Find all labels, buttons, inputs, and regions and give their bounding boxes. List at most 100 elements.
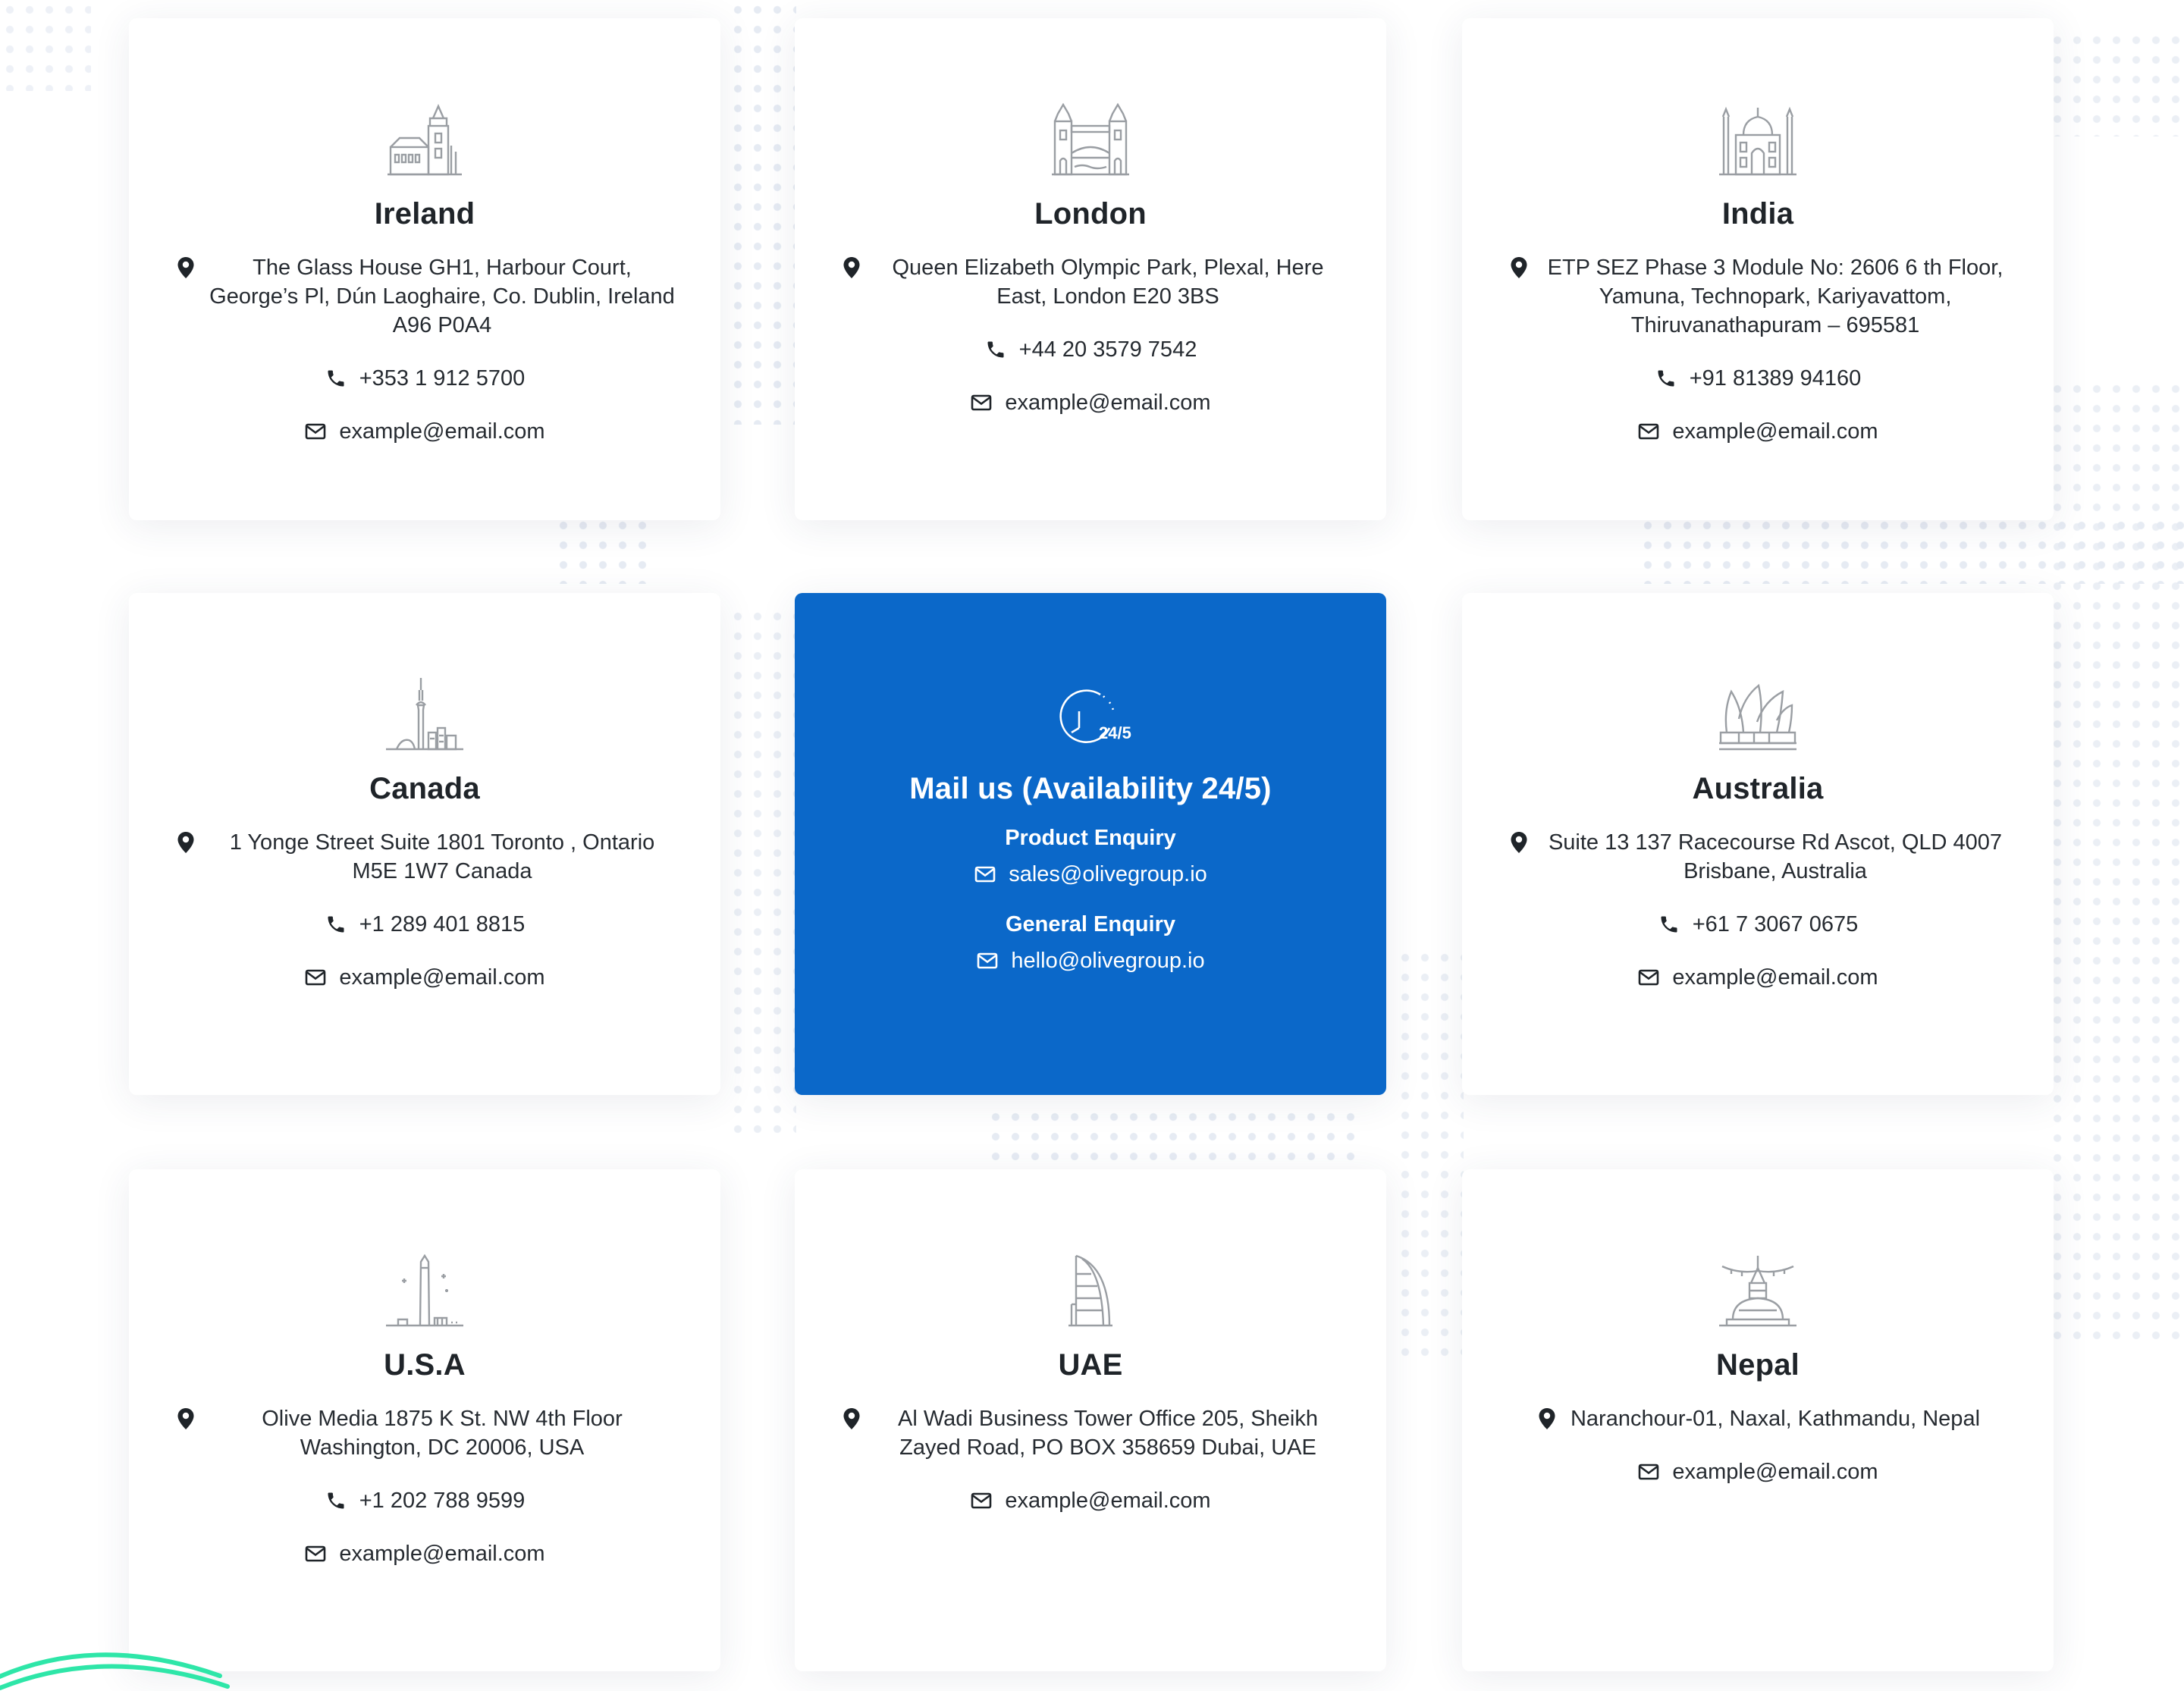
office-name: Ireland <box>374 197 475 231</box>
phone-row[interactable]: +1 202 788 9599 <box>325 1486 526 1515</box>
phone-row[interactable]: +44 20 3579 7542 <box>984 335 1197 364</box>
address-text: Queen Elizabeth Olympic Park, Plexal, He… <box>892 256 1324 309</box>
office-name: Canada <box>369 772 480 805</box>
envelope-icon <box>304 963 327 992</box>
phone-icon <box>1658 910 1680 939</box>
phone-row[interactable]: +61 7 3067 0675 <box>1658 910 1858 939</box>
location-pin-icon <box>1508 253 1530 282</box>
location-pin-icon <box>1536 1404 1558 1433</box>
dotted-map-background <box>986 1107 1365 1168</box>
address-row: Al Wadi Business Tower Office 205, Sheik… <box>840 1404 1341 1462</box>
address-row: The Glass House GH1, Harbour Court, Geor… <box>174 253 675 340</box>
email-link[interactable]: example@email.com <box>1672 417 1878 446</box>
email-link[interactable]: example@email.com <box>1005 388 1210 417</box>
general-enquiry-label: General Enquiry <box>1005 912 1175 936</box>
email-link[interactable]: example@email.com <box>339 963 544 992</box>
address-text: Suite 13 137 Racecourse Rd Ascot, QLD 40… <box>1548 830 2003 883</box>
taj-mahal-icon <box>1719 106 1796 176</box>
email-link[interactable]: example@email.com <box>339 417 544 446</box>
dotted-map-background <box>728 607 796 1137</box>
dotted-map-background <box>2048 30 2184 136</box>
product-email-link[interactable]: sales@olivegroup.io <box>1009 860 1207 889</box>
office-name: London <box>1034 197 1147 231</box>
envelope-icon <box>974 860 996 889</box>
email-row[interactable]: example@email.com <box>970 1486 1211 1515</box>
stupa-icon <box>1719 1256 1796 1327</box>
envelope-icon <box>1637 417 1660 446</box>
location-pin-icon <box>1508 828 1530 857</box>
castle-landmark-icon <box>388 104 462 176</box>
email-link[interactable]: example@email.com <box>1672 1457 1878 1486</box>
phone-text: +1 289 401 8815 <box>359 912 526 936</box>
phone-icon <box>984 335 1007 364</box>
envelope-icon <box>304 417 327 446</box>
envelope-icon <box>1637 1457 1660 1486</box>
office-card-uae: UAE Al Wadi Business Tower Office 205, S… <box>795 1169 1386 1671</box>
dotted-map-background <box>2048 379 2184 1350</box>
office-card-india: India ETP SEZ Phase 3 Module No: 2606 6 … <box>1462 18 2054 520</box>
office-card-ireland: Ireland The Glass House GH1, Harbour Cou… <box>129 18 720 520</box>
location-pin-icon <box>174 828 197 857</box>
dotted-map-background <box>554 516 652 584</box>
location-pin-icon <box>174 253 197 282</box>
opera-house-icon <box>1719 683 1796 751</box>
phone-row[interactable]: +1 289 401 8815 <box>325 910 526 939</box>
dotted-map-background <box>1395 948 1464 1357</box>
address-text: ETP SEZ Phase 3 Module No: 2606 6 th Flo… <box>1547 256 2004 337</box>
phone-text: +353 1 912 5700 <box>359 366 526 391</box>
email-row[interactable]: example@email.com <box>304 1539 545 1568</box>
email-row[interactable]: example@email.com <box>304 963 545 992</box>
burj-al-arab-icon <box>1068 1254 1112 1327</box>
envelope-icon <box>970 388 993 417</box>
email-link[interactable]: example@email.com <box>1672 963 1878 992</box>
email-link[interactable]: example@email.com <box>1005 1486 1210 1515</box>
phone-icon <box>325 1486 347 1515</box>
mail-card-title: Mail us (Availability 24/5) <box>909 772 1272 805</box>
office-name: U.S.A <box>384 1348 466 1382</box>
address-text: Al Wadi Business Tower Office 205, Sheik… <box>898 1407 1318 1460</box>
cn-tower-icon <box>386 678 463 751</box>
phone-icon <box>1655 364 1677 393</box>
address-row: 1 Yonge Street Suite 1801 Toronto , Onta… <box>174 828 675 886</box>
general-email-row[interactable]: hello@olivegroup.io <box>976 946 1205 975</box>
green-swoosh-decoration <box>0 1652 230 1690</box>
clock-label: 24/5 <box>1099 723 1131 742</box>
address-text: Naranchour-01, Naxal, Kathmandu, Nepal <box>1570 1407 1981 1431</box>
office-card-london: London Queen Elizabeth Olympic Park, Ple… <box>795 18 1386 520</box>
office-name: Australia <box>1692 772 1824 805</box>
location-pin-icon <box>840 253 863 282</box>
envelope-icon <box>970 1486 993 1515</box>
email-row[interactable]: example@email.com <box>304 417 545 446</box>
product-email-row[interactable]: sales@olivegroup.io <box>974 860 1207 889</box>
address-row: Naranchour-01, Naxal, Kathmandu, Nepal <box>1536 1404 1980 1433</box>
envelope-icon <box>304 1539 327 1568</box>
address-text: The Glass House GH1, Harbour Court, Geor… <box>209 256 675 337</box>
address-row: Olive Media 1875 K St. NW 4th Floor Wash… <box>174 1404 675 1462</box>
location-pin-icon <box>840 1404 863 1433</box>
email-row[interactable]: example@email.com <box>1637 963 1878 992</box>
office-name: India <box>1721 197 1794 231</box>
address-text: Olive Media 1875 K St. NW 4th Floor Wash… <box>262 1407 623 1460</box>
phone-text: +44 20 3579 7542 <box>1018 337 1197 362</box>
product-enquiry-label: Product Enquiry <box>1005 826 1176 850</box>
email-row[interactable]: example@email.com <box>970 388 1211 417</box>
email-row[interactable]: example@email.com <box>1637 1457 1878 1486</box>
email-row[interactable]: example@email.com <box>1637 417 1878 446</box>
phone-text: +91 81389 94160 <box>1689 366 1862 391</box>
office-card-nepal: Nepal Naranchour-01, Naxal, Kathmandu, N… <box>1462 1169 2054 1671</box>
tower-bridge-icon <box>1052 102 1129 176</box>
office-name: Nepal <box>1716 1348 1800 1382</box>
email-link[interactable]: example@email.com <box>339 1539 544 1568</box>
envelope-icon <box>976 946 999 975</box>
phone-text: +1 202 788 9599 <box>359 1489 526 1513</box>
general-email-link[interactable]: hello@olivegroup.io <box>1011 946 1204 975</box>
office-name: UAE <box>1058 1348 1123 1382</box>
office-card-australia: Australia Suite 13 137 Racecourse Rd Asc… <box>1462 593 2054 1095</box>
mail-us-card: 24/5 Mail us (Availability 24/5) Product… <box>795 593 1386 1095</box>
envelope-icon <box>1637 963 1660 992</box>
clock-24-5-icon: 24/5 <box>1059 689 1131 743</box>
office-card-usa: U.S.A Olive Media 1875 K St. NW 4th Floo… <box>129 1169 720 1671</box>
dotted-map-background <box>728 0 796 425</box>
phone-row[interactable]: +353 1 912 5700 <box>325 364 526 393</box>
phone-row[interactable]: +91 81389 94160 <box>1655 364 1862 393</box>
